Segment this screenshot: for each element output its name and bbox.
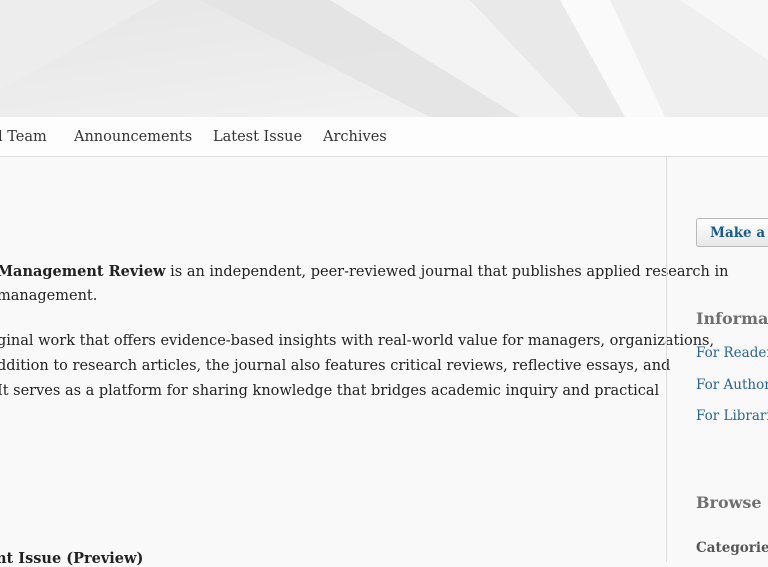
make-submission-button[interactable]: Make a Submission — [696, 218, 768, 247]
browse-heading: Browse — [696, 493, 762, 512]
nav-archives[interactable]: Archives — [323, 129, 387, 145]
journal-name: Management Review — [0, 263, 166, 280]
current-issue-heading: nt Issue (Preview) — [0, 550, 144, 567]
sidebar-divider — [666, 157, 667, 562]
information-heading: Information — [696, 309, 768, 328]
about-paragraph-line: management. — [0, 288, 98, 304]
browse-categories[interactable]: Categories — [696, 540, 768, 556]
link-for-librarians[interactable]: For Librarians — [696, 408, 768, 424]
nav-editorial-team[interactable]: l Team — [0, 129, 47, 145]
scope-paragraph-line: ginal work that offers evidence-based in… — [0, 333, 715, 349]
scope-paragraph-line: It serves as a platform for sharing know… — [0, 383, 660, 399]
link-for-authors[interactable]: For Authors — [696, 377, 768, 393]
link-for-readers[interactable]: For Readers — [696, 345, 768, 361]
header-banner — [0, 0, 768, 117]
about-paragraph-line: Management Review is an independent, pee… — [0, 259, 728, 285]
about-text: is an independent, peer-reviewed journal… — [165, 264, 729, 280]
scope-paragraph-line: ddition to research articles, the journa… — [0, 358, 671, 374]
banner-background — [0, 0, 768, 117]
nav-latest-issue[interactable]: Latest Issue — [213, 129, 302, 145]
nav-announcements[interactable]: Announcements — [74, 129, 192, 145]
primary-nav: l Team Announcements Latest Issue Archiv… — [0, 117, 768, 157]
